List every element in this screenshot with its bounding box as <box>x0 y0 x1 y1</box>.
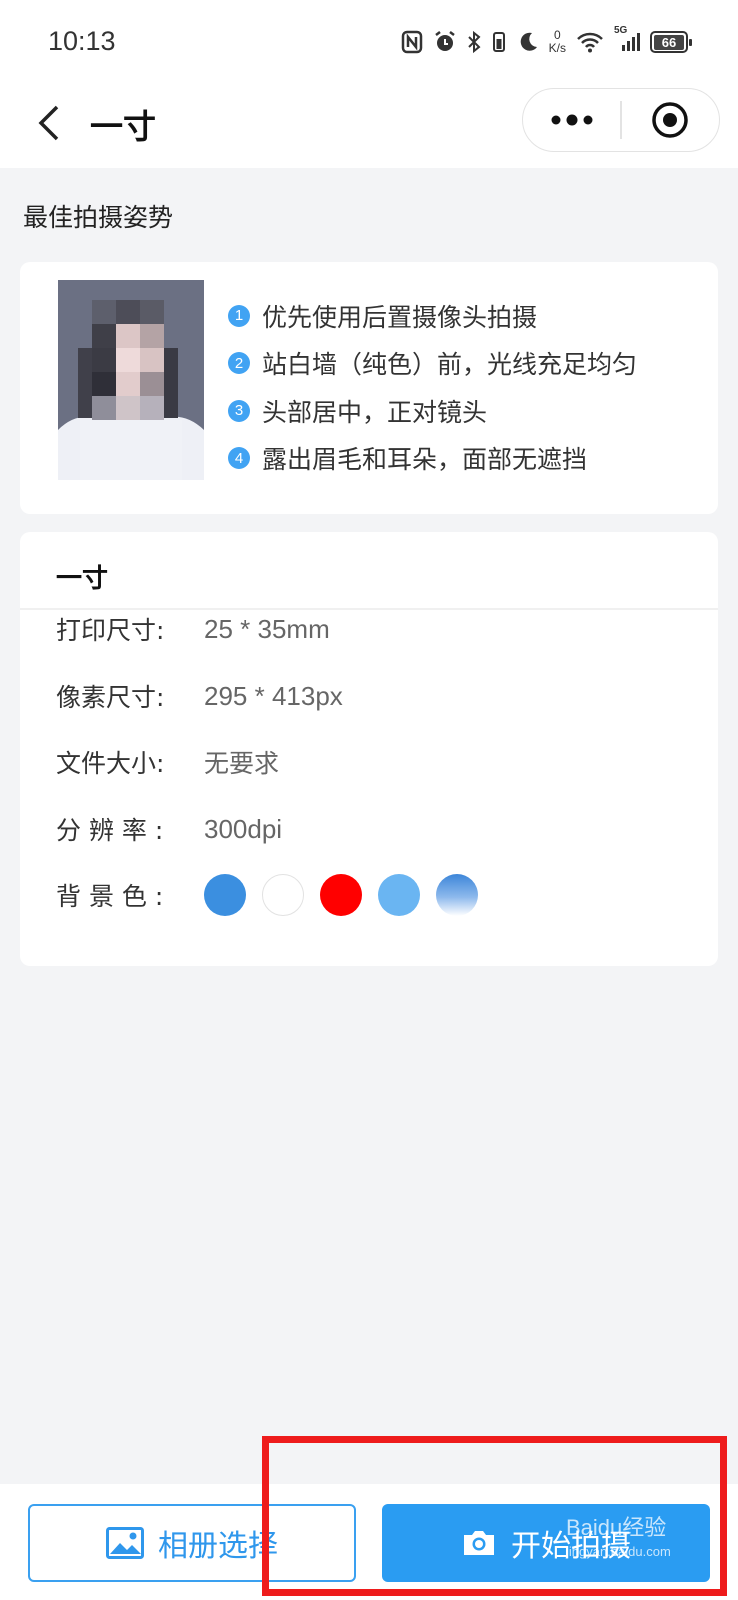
wifi-icon <box>576 31 604 53</box>
print-size-row: 打印尺寸: 25 * 35mm <box>56 609 330 649</box>
tip-text: 头部居中，正对镜头 <box>262 397 488 427</box>
tip-item: 1 优先使用后置摄像头拍摄 <box>228 292 637 340</box>
tip-number-badge: 2 <box>228 352 250 375</box>
sample-photo <box>58 280 204 480</box>
print-size-label: 打印尺寸: <box>56 616 165 645</box>
swatch-white[interactable] <box>262 874 304 916</box>
swatch-blue[interactable] <box>204 874 246 916</box>
target-icon <box>652 102 689 138</box>
camera-icon <box>464 1531 494 1555</box>
back-arrow-icon <box>38 105 59 141</box>
page-title: 一寸 <box>90 107 156 146</box>
file-size-label: 文件大小: <box>56 749 165 778</box>
resolution-label: 分 辨 率 : <box>56 816 164 845</box>
resolution-row: 分 辨 率 : 300dpi <box>56 809 282 849</box>
tip-text: 露出眉毛和耳朵，面部无遮挡 <box>262 445 588 475</box>
nfc-icon <box>401 30 423 54</box>
battery-icon: 66 <box>650 31 692 53</box>
image-icon <box>106 1527 144 1559</box>
pixel-size-label: 像素尺寸: <box>56 683 165 712</box>
watermark-text: Baidu经验 <box>566 1515 667 1540</box>
album-select-button[interactable]: 相册选择 <box>28 1504 356 1582</box>
tip-number-badge: 4 <box>228 447 250 470</box>
pixel-size-row: 像素尺寸: 295 * 413px <box>56 676 343 716</box>
battery-level: 66 <box>654 34 684 50</box>
network-speed: 0 K/s <box>549 29 566 55</box>
file-size-row: 文件大小: 无要求 <box>56 742 279 782</box>
tip-number-badge: 3 <box>228 399 250 422</box>
watermark-url: jingyan.baidu.com <box>566 1544 671 1559</box>
more-dots-icon <box>551 114 593 126</box>
signal-icon: 5G <box>614 25 640 53</box>
pixel-size-value: 295 * 413px <box>204 680 343 711</box>
vibrate-icon <box>491 30 507 54</box>
mini-program-capsule <box>522 88 720 152</box>
back-button[interactable] <box>28 98 68 148</box>
swatch-light-blue[interactable] <box>378 874 420 916</box>
swatch-gradient-blue[interactable] <box>436 874 478 916</box>
tips-list: 1 优先使用后置摄像头拍摄 2 站白墙（纯色）前，光线充足均匀 3 头部居中，正… <box>228 292 637 482</box>
photo-spec-card: 一寸 打印尺寸: 25 * 35mm 像素尺寸: 295 * 413px 文件大… <box>20 532 718 966</box>
album-select-label: 相册选择 <box>158 1529 278 1564</box>
close-miniprogram-button[interactable] <box>622 89 719 151</box>
bg-color-label: 背 景 色 : <box>56 882 164 911</box>
network-type: 5G <box>614 25 628 36</box>
tip-text: 优先使用后置摄像头拍摄 <box>262 302 538 332</box>
pose-section-heading: 最佳拍摄姿势 <box>23 203 174 232</box>
swatch-red[interactable] <box>320 874 362 916</box>
resolution-value: 300dpi <box>204 813 283 844</box>
bg-color-row: 背 景 色 : <box>56 874 478 916</box>
status-icons: 0 K/s 5G 66 <box>401 25 692 58</box>
pose-tips-card: 1 优先使用后置摄像头拍摄 2 站白墙（纯色）前，光线充足均匀 3 头部居中，正… <box>20 262 718 514</box>
status-time: 10:13 <box>48 26 116 56</box>
nav-bar: 一寸 <box>0 82 738 168</box>
tip-item: 4 露出眉毛和耳朵，面部无遮挡 <box>228 435 637 483</box>
spec-title: 一寸 <box>56 564 109 594</box>
alarm-icon <box>433 30 457 54</box>
status-bar: 10:13 0 K/s 5G 66 <box>0 0 738 82</box>
tip-item: 2 站白墙（纯色）前，光线充足均匀 <box>228 340 637 388</box>
network-speed-unit: K/s <box>548 41 566 55</box>
tip-number-badge: 1 <box>228 304 250 327</box>
bluetooth-icon <box>467 30 481 54</box>
bg-color-swatches <box>204 874 478 916</box>
file-size-value: 无要求 <box>204 749 280 778</box>
tip-item: 3 头部居中，正对镜头 <box>228 387 637 435</box>
tip-text: 站白墙（纯色）前，光线充足均匀 <box>262 350 638 380</box>
baidu-watermark: Baidu经验 jingyan.baidu.com <box>566 1510 671 1559</box>
more-button[interactable] <box>523 89 620 151</box>
moon-icon <box>517 30 539 54</box>
print-size-value: 25 * 35mm <box>204 613 330 644</box>
